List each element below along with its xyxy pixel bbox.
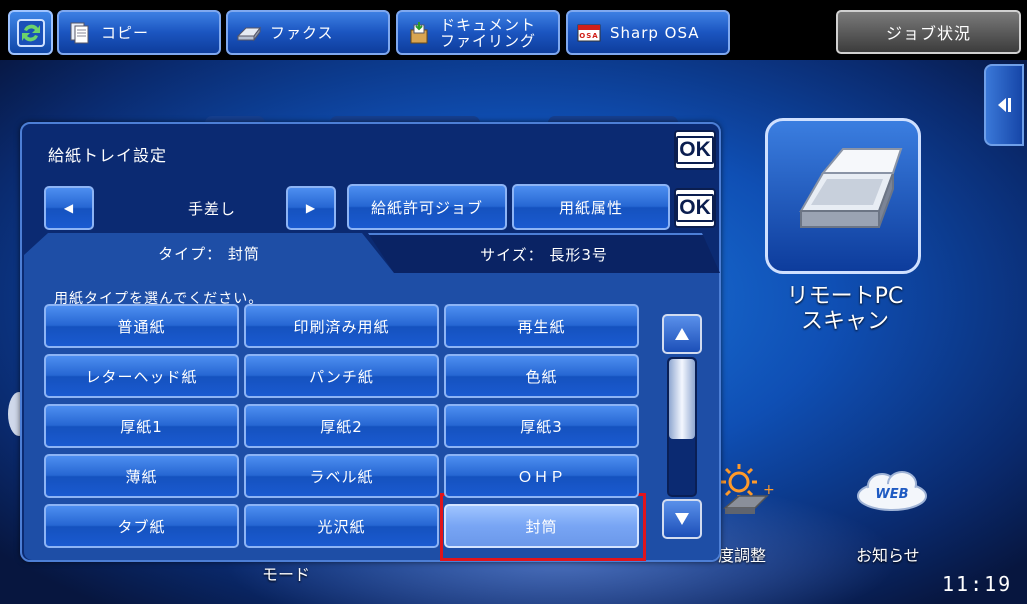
collapse-left-icon bbox=[998, 98, 1011, 112]
tray-next-button[interactable]: ▶ bbox=[286, 186, 336, 230]
web-icon-text: WEB bbox=[875, 487, 908, 502]
tray-name: 手差し bbox=[187, 199, 236, 218]
brightness-label: 度調整 bbox=[718, 546, 767, 565]
tray-ok-label: OK bbox=[676, 194, 714, 222]
paper-type-button[interactable]: ラベル紙 bbox=[244, 454, 439, 498]
fax-mode-label: ファクス bbox=[270, 24, 334, 42]
scroll-up-button[interactable] bbox=[662, 314, 702, 354]
fax-icon bbox=[236, 26, 261, 41]
copy-mode-label: コピー bbox=[101, 24, 150, 42]
remote-pc-scan-line1: リモートPC bbox=[786, 284, 904, 309]
remote-pc-scan-line2: スキャン bbox=[800, 309, 889, 334]
paper-type-button[interactable]: レターヘッド紙 bbox=[44, 354, 239, 398]
paper-tray-settings-dialog: 給紙トレイ設定 OK ◀ 手差し ▶ 給紙許可ジョブ 用紙属性 OK サイズ： … bbox=[20, 122, 721, 562]
paper-type-button[interactable]: ＯＨＰ bbox=[444, 454, 639, 498]
paper-type-button[interactable]: 厚紙1 bbox=[44, 404, 239, 448]
paper-type-button[interactable]: 厚紙3 bbox=[444, 404, 639, 448]
side-panel-toggle[interactable] bbox=[984, 64, 1024, 146]
sharp-osa-mode-button[interactable]: OSA Sharp OSA bbox=[566, 10, 730, 55]
tray-prev-button[interactable]: ◀ bbox=[44, 186, 94, 230]
right-arrow-icon: ▶ bbox=[305, 201, 317, 215]
tab-size-label: サイズ： 長形3号 bbox=[480, 245, 608, 264]
scroll-thumb[interactable] bbox=[669, 359, 695, 439]
plus-icon: + bbox=[763, 482, 775, 498]
paper-attributes-button[interactable]: 用紙属性 bbox=[512, 184, 670, 230]
scroll-down-button[interactable] bbox=[662, 499, 702, 539]
screen: コピー ファクス ドキュメント ファイリング OSA Sharp OSA ジョブ… bbox=[0, 0, 1027, 604]
brightness-icon[interactable]: + bbox=[715, 462, 775, 522]
fax-mode-button[interactable]: ファクス bbox=[226, 10, 390, 55]
paper-type-button[interactable]: 再生紙 bbox=[444, 304, 639, 348]
notice-label: お知らせ bbox=[856, 546, 920, 565]
paper-type-button[interactable]: 厚紙2 bbox=[244, 404, 439, 448]
paper-type-button[interactable]: 光沢紙 bbox=[244, 504, 439, 548]
up-arrow-icon bbox=[675, 328, 689, 340]
osa-icon: OSA bbox=[577, 24, 601, 41]
osa-icon-text: OSA bbox=[579, 32, 598, 40]
tab-size[interactable]: サイズ： 長形3号 bbox=[368, 233, 720, 273]
notice-web-icon[interactable]: WEB bbox=[852, 466, 932, 516]
scanner-icon bbox=[799, 148, 903, 228]
paper-type-button[interactable]: タブ紙 bbox=[44, 504, 239, 548]
document-filing-label-line2: ファイリング bbox=[440, 31, 537, 50]
document-filing-mode-button[interactable]: ドキュメント ファイリング bbox=[396, 10, 560, 55]
paper-type-button[interactable]: 封筒 bbox=[444, 504, 639, 548]
down-arrow-icon bbox=[675, 513, 689, 525]
paper-type-button[interactable]: 印刷済み用紙 bbox=[244, 304, 439, 348]
paper-type-button[interactable]: 色紙 bbox=[444, 354, 639, 398]
copy-icon bbox=[70, 22, 89, 43]
paper-type-button[interactable]: 薄紙 bbox=[44, 454, 239, 498]
paper-type-button[interactable]: パンチ紙 bbox=[244, 354, 439, 398]
top-bar: コピー ファクス ドキュメント ファイリング OSA Sharp OSA ジョブ… bbox=[0, 0, 1027, 60]
allowed-jobs-button[interactable]: 給紙許可ジョブ bbox=[347, 184, 507, 230]
remote-pc-scan-label: リモートPC スキャン bbox=[752, 284, 938, 334]
sharp-osa-label: Sharp OSA bbox=[610, 23, 700, 42]
tab-type[interactable]: タイプ： 封筒 bbox=[24, 233, 394, 273]
clock: 11:19 bbox=[942, 572, 1013, 596]
mode-label: モード bbox=[262, 565, 311, 584]
tray-ok-button[interactable]: OK bbox=[674, 188, 716, 228]
dialog-title: 給紙トレイ設定 bbox=[48, 146, 168, 165]
remote-pc-scan-button[interactable] bbox=[765, 118, 921, 274]
tab-type-label: タイプ： 封筒 bbox=[158, 244, 260, 263]
scroll-track[interactable] bbox=[667, 357, 697, 497]
dialog-ok-label: OK bbox=[676, 136, 714, 164]
left-arrow-icon: ◀ bbox=[63, 201, 75, 215]
document-filing-icon bbox=[410, 21, 428, 43]
dialog-ok-button[interactable]: OK bbox=[674, 130, 716, 170]
home-sync-icon bbox=[16, 18, 45, 47]
job-status-button[interactable]: ジョブ状況 bbox=[836, 10, 1021, 54]
copy-mode-button[interactable]: コピー bbox=[57, 10, 221, 55]
document-filing-label: ドキュメント ファイリング bbox=[440, 17, 536, 49]
paper-type-button[interactable]: 普通紙 bbox=[44, 304, 239, 348]
home-button[interactable] bbox=[8, 10, 53, 55]
